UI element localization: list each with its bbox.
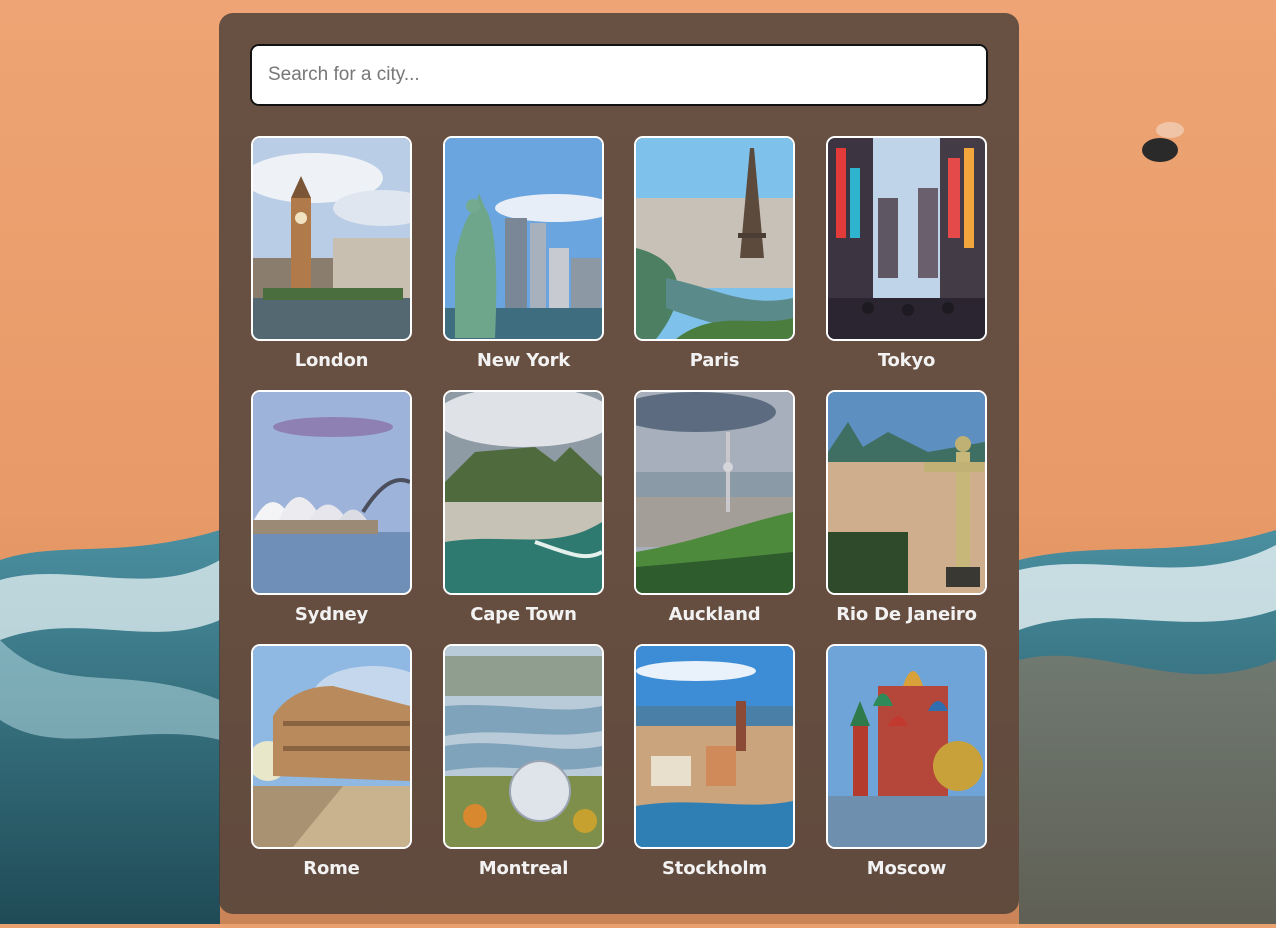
city-name: London xyxy=(294,350,369,371)
city-card-auckland[interactable]: Auckland xyxy=(634,390,795,625)
auckland-image[interactable] xyxy=(634,390,795,595)
rio-de-janeiro-image[interactable] xyxy=(826,390,987,595)
london-image[interactable] xyxy=(251,136,412,341)
city-card-new-york[interactable]: New York xyxy=(443,136,604,371)
city-name: Moscow xyxy=(866,858,947,879)
city-name: New York xyxy=(476,350,571,371)
tokyo-image[interactable] xyxy=(826,136,987,341)
city-name: Rome xyxy=(303,858,360,879)
city-card-tokyo[interactable]: Tokyo xyxy=(826,136,987,371)
city-name: Cape Town xyxy=(470,604,577,625)
search-box[interactable] xyxy=(250,44,988,106)
city-card-stockholm[interactable]: Stockholm xyxy=(634,644,795,879)
city-card-montreal[interactable]: Montreal xyxy=(443,644,604,879)
city-card-london[interactable]: London xyxy=(251,136,412,371)
city-card-rio-de-janeiro[interactable]: Rio De Janeiro xyxy=(826,390,987,625)
sydney-image[interactable] xyxy=(251,390,412,595)
rome-image[interactable] xyxy=(251,644,412,849)
city-name: Stockholm xyxy=(662,858,767,879)
city-panel: London New York xyxy=(219,13,1019,914)
montreal-image[interactable] xyxy=(443,644,604,849)
paris-image[interactable] xyxy=(634,136,795,341)
city-name: Montreal xyxy=(478,858,569,879)
city-name: Paris xyxy=(689,350,740,371)
city-name: Sydney xyxy=(294,604,369,625)
city-card-rome[interactable]: Rome xyxy=(251,644,412,879)
cape-town-image[interactable] xyxy=(443,390,604,595)
city-name: Auckland xyxy=(668,604,761,625)
city-name: Rio De Janeiro xyxy=(836,604,977,625)
new-york-image[interactable] xyxy=(443,136,604,341)
city-card-moscow[interactable]: Moscow xyxy=(826,644,987,879)
city-card-sydney[interactable]: Sydney xyxy=(251,390,412,625)
city-name: Tokyo xyxy=(877,350,936,371)
city-card-paris[interactable]: Paris xyxy=(634,136,795,371)
search-input[interactable] xyxy=(252,46,986,104)
moscow-image[interactable] xyxy=(826,644,987,849)
city-card-cape-town[interactable]: Cape Town xyxy=(443,390,604,625)
stockholm-image[interactable] xyxy=(634,644,795,849)
